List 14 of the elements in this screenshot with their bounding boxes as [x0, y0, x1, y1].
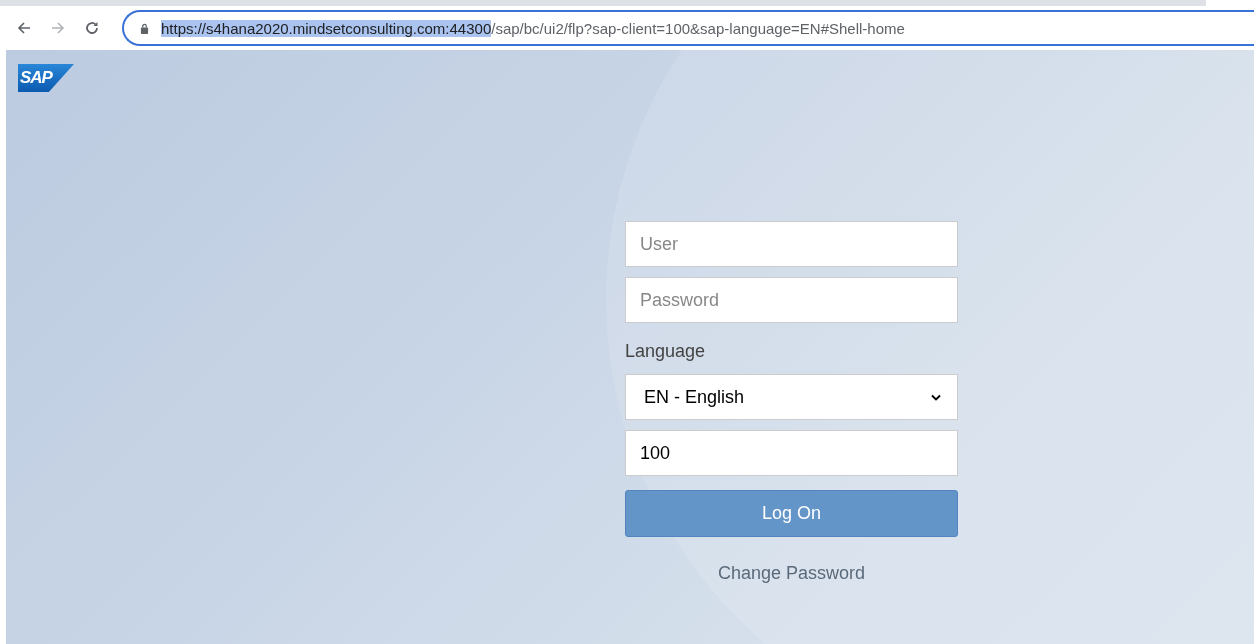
input-field[interactable]: User [625, 221, 958, 267]
address-bar[interactable]: https://s4hana2020.mindsetconsulting.com:44300/sap/bc/ui2/flp?sap-client=100&sap-language=EN#Shell-home [122, 10, 1254, 46]
back-arrow-icon[interactable] [16, 20, 32, 36]
url-text: /sap/bc/ui2/flp?sap-client=100&sap-language=EN#Shell-home [491, 19, 905, 37]
input-field[interactable]: 100 [625, 430, 958, 476]
chevron-down-icon [931, 393, 941, 401]
sap-logo: SAP [18, 64, 74, 92]
language-label: Language [625, 341, 707, 362]
lock-icon[interactable] [140, 22, 149, 34]
selected-url-text: https://s4hana2020.mindsetconsulting.com:44300 [161, 19, 492, 37]
language-dropdown[interactable]: EN - English [625, 374, 958, 420]
reload-icon[interactable] [84, 20, 100, 36]
change-password-link[interactable]: Change Password [717, 563, 866, 584]
input-field[interactable]: Password [625, 277, 958, 323]
